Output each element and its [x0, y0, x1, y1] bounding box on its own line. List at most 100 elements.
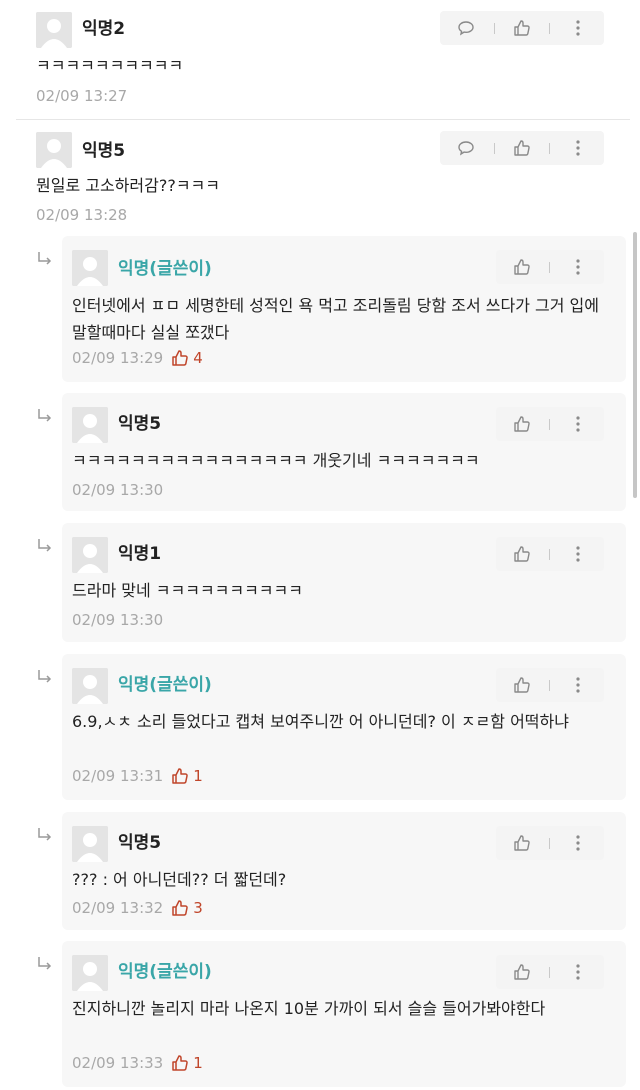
reply-arrow-icon: [38, 539, 52, 552]
vertical-dots-icon: [576, 677, 580, 693]
reply-action-bar: [496, 826, 604, 860]
reply-box: 익명(글쓴이) 6.9,ㅅㅊ 소리 들었다고 캡쳐 보여주니깐 어 아니던데? …: [62, 654, 626, 800]
reply-arrow-icon: [38, 957, 52, 970]
avatar: [36, 132, 72, 168]
reply-comment-button[interactable]: [453, 15, 479, 41]
avatar: [36, 12, 72, 48]
avatar: [72, 668, 108, 704]
reply-item: 익명5 ㅋㅋㅋㅋㅋㅋㅋㅋㅋㅋㅋㅋㅋㅋㅋㅋ 개웃기네 ㅋㅋㅋㅋㅋㅋㅋ 02/09 …: [0, 393, 640, 511]
timestamp: 02/09 13:29: [72, 349, 164, 367]
speech-bubble-icon: [458, 21, 474, 36]
reply-nickname: 익명(글쓴이): [118, 675, 212, 695]
thumbs-up-icon: [514, 140, 530, 156]
reply-nickname: 익명5: [118, 414, 162, 434]
more-options-button[interactable]: [565, 830, 591, 856]
comment-nickname: 익명2: [82, 19, 126, 39]
like-count-value: 1: [193, 767, 203, 785]
reply-text: ㅋㅋㅋㅋㅋㅋㅋㅋㅋㅋㅋㅋㅋㅋㅋㅋ 개웃기네 ㅋㅋㅋㅋㅋㅋㅋ: [72, 451, 480, 470]
reply-text: 드라마 맞네 ㅋㅋㅋㅋㅋㅋㅋㅋㅋㅋ: [72, 581, 303, 600]
timestamp: 02/09 13:32: [72, 899, 164, 917]
speech-bubble-icon: [458, 141, 474, 156]
thumbs-up-icon: [514, 416, 530, 432]
reply-item: 익명(글쓴이) 6.9,ㅅㅊ 소리 들었다고 캡쳐 보여주니깐 어 아니던데? …: [0, 654, 640, 800]
like-count-value: 4: [193, 349, 203, 367]
like-count: 1: [171, 766, 203, 786]
reply-nickname: 익명(글쓴이): [118, 259, 212, 279]
like-count: 4: [171, 348, 203, 368]
avatar: [72, 537, 108, 573]
reply-action-bar: [496, 668, 604, 702]
like-button[interactable]: [509, 254, 535, 280]
divider: [549, 679, 551, 691]
vertical-dots-icon: [576, 964, 580, 980]
like-button[interactable]: [509, 411, 535, 437]
timestamp: 02/09 13:28: [36, 206, 128, 224]
timestamp: 02/09 13:30: [72, 481, 164, 499]
comment-text: ㅋㅋㅋㅋㅋㅋㅋㅋㅋㅋ: [36, 56, 184, 75]
vertical-dots-icon: [576, 140, 580, 156]
reply-arrow-icon: [38, 252, 52, 265]
reply-item: 익명(글쓴이) 진지하니깐 놀리지 마라 나온지 10분 가까이 되서 슬슬 들…: [0, 941, 640, 1087]
reply-action-bar: [496, 537, 604, 571]
divider: [549, 22, 551, 34]
comment-action-bar: [440, 131, 604, 165]
comment-item: 익명2 ㅋㅋㅋㅋㅋㅋㅋㅋㅋㅋ 02/09 13:27: [0, 0, 640, 118]
more-options-button[interactable]: [565, 959, 591, 985]
avatar: [72, 250, 108, 286]
reply-box: 익명5 ??? : 어 아니던데?? 더 짧던데? 02/09 13:32 3: [62, 812, 626, 930]
thumbs-up-icon: [172, 350, 189, 366]
more-options-button[interactable]: [565, 672, 591, 698]
reply-box: 익명(글쓴이) 진지하니깐 놀리지 마라 나온지 10분 가까이 되서 슬슬 들…: [62, 941, 626, 1087]
reply-box: 익명1 드라마 맞네 ㅋㅋㅋㅋㅋㅋㅋㅋㅋㅋ 02/09 13:30: [62, 523, 626, 642]
default-avatar-icon: [36, 132, 72, 168]
reply-meta: 02/09 13:31 1: [72, 766, 203, 786]
reply-meta: 02/09 13:29 4: [72, 348, 203, 368]
divider: [549, 837, 551, 849]
reply-box: 익명(글쓴이) 인터넷에서 ㅍㅁ 세명한테 성적인 욕 먹고 조리돌림 당함 조…: [62, 236, 626, 382]
like-button[interactable]: [509, 135, 535, 161]
timestamp: 02/09 13:27: [36, 87, 128, 105]
reply-arrow-icon: [38, 828, 52, 841]
more-options-button[interactable]: [565, 254, 591, 280]
reply-text: 6.9,ㅅㅊ 소리 들었다고 캡쳐 보여주니깐 어 아니던데? 이 ㅈㄹ함 어떡…: [72, 712, 569, 731]
reply-action-bar: [496, 250, 604, 284]
reply-text: 진지하니깐 놀리지 마라 나온지 10분 가까이 되서 슬슬 들어가봐야한다: [72, 999, 546, 1018]
divider: [493, 142, 495, 154]
timestamp: 02/09 13:31: [72, 767, 164, 785]
thumbs-up-icon: [514, 546, 530, 562]
thumbs-up-icon: [172, 1055, 189, 1071]
divider: [549, 142, 551, 154]
reply-nickname: 익명1: [118, 544, 162, 564]
reply-item: 익명5 ??? : 어 아니던데?? 더 짧던데? 02/09 13:32 3: [0, 812, 640, 930]
more-options-button[interactable]: [565, 411, 591, 437]
more-options-button[interactable]: [565, 135, 591, 161]
reply-meta: 02/09 13:30: [72, 480, 163, 500]
like-button[interactable]: [509, 672, 535, 698]
timestamp: 02/09 13:30: [72, 611, 164, 629]
reply-arrow-icon: [38, 670, 52, 683]
reply-action-bar: [496, 955, 604, 989]
more-options-button[interactable]: [565, 15, 591, 41]
divider: [549, 261, 551, 273]
reply-item: 익명1 드라마 맞네 ㅋㅋㅋㅋㅋㅋㅋㅋㅋㅋ 02/09 13:30: [0, 523, 640, 642]
reply-text: 인터넷에서 ㅍㅁ 세명한테 성적인 욕 먹고 조리돌림 당함 조서 쓰다가 그거…: [72, 296, 599, 342]
default-avatar-icon: [72, 826, 108, 862]
avatar: [72, 826, 108, 862]
more-options-button[interactable]: [565, 541, 591, 567]
reply-comment-button[interactable]: [453, 135, 479, 161]
like-button[interactable]: [509, 959, 535, 985]
like-button[interactable]: [509, 541, 535, 567]
scrollbar[interactable]: [633, 232, 637, 498]
default-avatar-icon: [36, 12, 72, 48]
thumbs-up-icon: [172, 768, 189, 784]
divider: [549, 418, 551, 430]
thumbs-up-icon: [514, 20, 530, 36]
comment-timestamp: 02/09 13:28: [36, 205, 127, 225]
thumbs-up-icon: [514, 677, 530, 693]
reply-meta: 02/09 13:30: [72, 610, 163, 630]
like-button[interactable]: [509, 15, 535, 41]
like-count: 1: [171, 1053, 203, 1073]
like-button[interactable]: [509, 830, 535, 856]
avatar: [72, 407, 108, 443]
thumbs-up-icon: [172, 900, 189, 916]
